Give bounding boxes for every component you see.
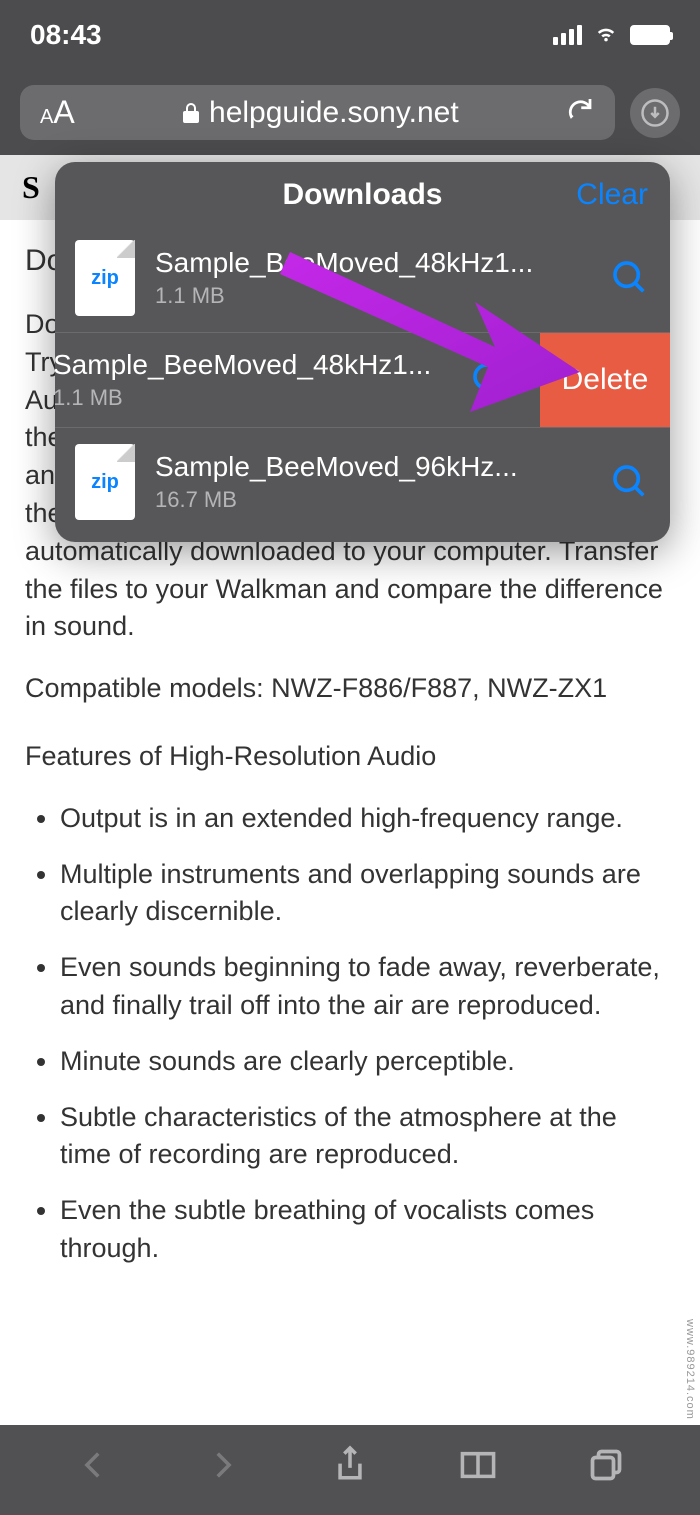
- download-row[interactable]: Sample_BeeMoved_48kHz1... 1.1 MB Delete: [55, 333, 670, 428]
- lock-icon: [181, 101, 201, 125]
- forward-button[interactable]: [200, 1443, 244, 1487]
- url-bar[interactable]: AA helpguide.sony.net: [20, 85, 615, 140]
- popover-title: Downloads: [282, 178, 442, 212]
- back-button[interactable]: [72, 1443, 116, 1487]
- reveal-in-files-button[interactable]: [470, 360, 510, 400]
- list-item: Output is in an extended high-frequency …: [60, 800, 675, 838]
- downloads-button[interactable]: [630, 88, 680, 138]
- reload-button[interactable]: [565, 94, 595, 132]
- browser-nav-bar: AA helpguide.sony.net: [0, 70, 700, 155]
- list-item: Minute sounds are clearly perceptible.: [60, 1043, 675, 1081]
- list-item: Even sounds beginning to fade away, reve…: [60, 949, 675, 1025]
- downloads-popover: Downloads Clear zip Sample_BeeMoved_48kH…: [55, 162, 670, 542]
- list-item: Subtle characteristics of the atmosphere…: [60, 1099, 675, 1175]
- wifi-icon: [592, 18, 620, 53]
- download-filename: Sample_BeeMoved_96kHz...: [155, 451, 590, 483]
- download-filesize: 1.1 MB: [155, 283, 590, 309]
- downloads-list: zip Sample_BeeMoved_48kHz1... 1.1 MB Sam…: [55, 224, 670, 542]
- features-list: Output is in an extended high-frequency …: [25, 800, 675, 1268]
- download-filesize: 1.1 MB: [55, 385, 450, 411]
- zip-file-icon: zip: [75, 240, 135, 316]
- cellular-signal-icon: [553, 25, 582, 45]
- list-item: Multiple instruments and overlapping sou…: [60, 856, 675, 932]
- reveal-in-files-button[interactable]: [610, 462, 650, 502]
- clear-button[interactable]: Clear: [576, 178, 648, 212]
- watermark: www.989214.com: [684, 1319, 696, 1420]
- battery-icon: [630, 25, 670, 45]
- download-filename: Sample_BeeMoved_48kHz1...: [155, 247, 590, 279]
- share-button[interactable]: [328, 1443, 372, 1487]
- download-filename: Sample_BeeMoved_48kHz1...: [55, 349, 450, 381]
- download-row[interactable]: zip Sample_BeeMoved_48kHz1... 1.1 MB: [55, 224, 670, 333]
- zip-file-icon: zip: [75, 444, 135, 520]
- tabs-button[interactable]: [584, 1443, 628, 1487]
- browser-toolbar: [0, 1425, 700, 1515]
- status-time: 08:43: [30, 19, 102, 51]
- features-heading: Features of High-Resolution Audio: [25, 738, 675, 776]
- download-row[interactable]: zip Sample_BeeMoved_96kHz... 16.7 MB: [55, 428, 670, 542]
- download-filesize: 16.7 MB: [155, 487, 590, 513]
- compatible-models: Compatible models: NWZ-F886/F887, NWZ-ZX…: [25, 670, 675, 708]
- list-item: Even the subtle breathing of vocalists c…: [60, 1192, 675, 1268]
- status-icons: [553, 18, 670, 53]
- reveal-in-files-button[interactable]: [610, 258, 650, 298]
- popover-header: Downloads Clear: [55, 162, 670, 224]
- url-text[interactable]: helpguide.sony.net: [85, 96, 555, 130]
- bookmarks-button[interactable]: [456, 1443, 500, 1487]
- status-bar: 08:43: [0, 0, 700, 70]
- reader-mode-button[interactable]: AA: [40, 94, 75, 131]
- delete-button[interactable]: Delete: [540, 333, 670, 427]
